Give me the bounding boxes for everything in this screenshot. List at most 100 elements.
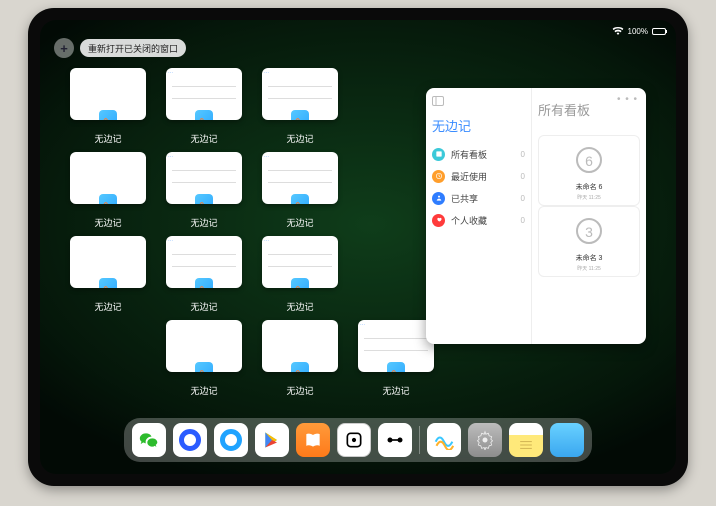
- wechat-icon[interactable]: [132, 423, 166, 457]
- window-label: 无边记: [94, 132, 121, 145]
- window-preview[interactable]: ···: [358, 320, 434, 372]
- sidebar-item-label: 已共享: [451, 192, 478, 205]
- dock-separator: [419, 426, 420, 454]
- status-right-cluster: 100%: [612, 27, 666, 36]
- sidebar-item-count: 0: [521, 194, 525, 203]
- window-thumbnail[interactable]: 无边记: [70, 152, 146, 230]
- wifi-icon: [612, 27, 624, 35]
- content-pane: 所有看板 6未命名 6昨天 11:253未命名 3昨天 11:25: [531, 88, 646, 344]
- sidebar-item[interactable]: 个人收藏 0: [432, 209, 525, 231]
- notes-icon[interactable]: [509, 423, 543, 457]
- window-label: 无边记: [286, 216, 313, 229]
- window-label: 无边记: [286, 384, 313, 397]
- sidebar-item-icon: [432, 170, 445, 183]
- sidebar-item-count: 0: [521, 216, 525, 225]
- freeform-app-icon: [99, 110, 117, 120]
- window-thumbnail[interactable]: 无边记: [70, 236, 146, 314]
- window-preview[interactable]: [70, 152, 146, 204]
- window-preview[interactable]: [262, 320, 338, 372]
- sidebar-item[interactable]: 最近使用 0: [432, 165, 525, 187]
- sidebar-pane: 无边记 所有看板0 最近使用 0 已共享 0 个人收藏 0: [426, 88, 531, 344]
- window-thumbnail[interactable]: ··· 无边记: [262, 68, 338, 146]
- window-thumbnail[interactable]: ··· 无边记: [166, 68, 242, 146]
- battery-pct: 100%: [628, 27, 648, 36]
- window-label: 无边记: [94, 300, 121, 313]
- window-thumbnail[interactable]: ··· 无边记: [262, 236, 338, 314]
- window-label: 无边记: [190, 300, 217, 313]
- sidebar-toggle-icon[interactable]: [432, 96, 525, 106]
- sidebar-title: 无边记: [432, 116, 525, 135]
- freeform-app-icon: [99, 194, 117, 204]
- window-thumbnail[interactable]: 无边记: [166, 320, 242, 398]
- window-preview[interactable]: [166, 320, 242, 372]
- settings-icon[interactable]: [468, 423, 502, 457]
- board-thumbnail: 6: [565, 140, 613, 180]
- window-label: 无边记: [190, 132, 217, 145]
- reopen-closed-windows-button[interactable]: 重新打开已关闭的窗口: [80, 39, 186, 57]
- freeform-app-icon: [195, 110, 213, 120]
- sidebar-item[interactable]: 已共享 0: [432, 187, 525, 209]
- status-bar: 100%: [40, 24, 676, 38]
- topbar: + 重新打开已关闭的窗口: [54, 38, 186, 58]
- freeform-app-icon: [195, 278, 213, 288]
- board-label: 未命名 3: [576, 253, 603, 263]
- sidebar-item-icon: [432, 192, 445, 205]
- play-store-icon[interactable]: [255, 423, 289, 457]
- screen: 100% + 重新打开已关闭的窗口 无边记···无边记···无边记无边记···无…: [40, 20, 676, 474]
- window-preview[interactable]: ···: [262, 236, 338, 288]
- sidebar-item[interactable]: 所有看板0: [432, 143, 525, 165]
- freeform-app-icon: [291, 194, 309, 204]
- freeform-app-icon: [387, 362, 405, 372]
- board-card[interactable]: 6 未命名 6 昨天 11:25: [538, 135, 640, 206]
- ipad-frame: 100% + 重新打开已关闭的窗口 无边记···无边记···无边记无边记···无…: [28, 8, 688, 486]
- window-label: 无边记: [190, 216, 217, 229]
- window-thumbnail[interactable]: ··· 无边记: [358, 320, 434, 398]
- browser-light-icon[interactable]: [214, 423, 248, 457]
- window-preview[interactable]: ···: [166, 68, 242, 120]
- barbell-icon[interactable]: [378, 423, 412, 457]
- svg-text:3: 3: [585, 224, 593, 240]
- freeform-app-icon: [195, 362, 213, 372]
- window-thumbnail[interactable]: 无边记: [70, 68, 146, 146]
- sidebar-item-label: 个人收藏: [451, 214, 487, 227]
- browser-blue-icon[interactable]: [173, 423, 207, 457]
- window-thumbnail[interactable]: ··· 无边记: [166, 236, 242, 314]
- split-view-card[interactable]: • • • 无边记 所有看板0最近使用0已共享0个人收藏0 所有看板 6未命名 …: [426, 88, 646, 344]
- window-label: 无边记: [286, 132, 313, 145]
- window-label: 无边记: [94, 216, 121, 229]
- window-preview[interactable]: ···: [262, 68, 338, 120]
- sidebar-item-label: 最近使用: [451, 170, 487, 183]
- board-time: 昨天 11:25: [577, 265, 601, 272]
- board-card[interactable]: 3 未命名 3 昨天 11:25: [538, 206, 640, 277]
- freeform-app-icon: [291, 362, 309, 372]
- svg-text:6: 6: [585, 153, 593, 169]
- window-thumbnail[interactable]: ··· 无边记: [166, 152, 242, 230]
- window-label: 无边记: [382, 384, 409, 397]
- freeform-app-icon: [291, 110, 309, 120]
- window-thumbnail[interactable]: ··· 无边记: [262, 152, 338, 230]
- window-preview[interactable]: ···: [166, 236, 242, 288]
- window-preview[interactable]: ···: [166, 152, 242, 204]
- sidebar-item-count: 0: [521, 172, 525, 181]
- battery-icon: [652, 28, 666, 35]
- dice-icon[interactable]: [337, 423, 371, 457]
- sidebar-item-icon: [432, 214, 445, 227]
- board-thumbnail: 3: [565, 211, 613, 251]
- board-label: 未命名 6: [576, 182, 603, 192]
- window-preview[interactable]: [70, 68, 146, 120]
- window-preview[interactable]: ···: [262, 152, 338, 204]
- freeform-app-icon: [291, 278, 309, 288]
- app-library-icon[interactable]: [550, 423, 584, 457]
- window-preview[interactable]: [70, 236, 146, 288]
- window-thumbnail[interactable]: 无边记: [262, 320, 338, 398]
- sidebar-item-icon: [432, 148, 445, 161]
- freeform-app-icon: [195, 194, 213, 204]
- board-time: 昨天 11:25: [577, 194, 601, 201]
- freeform-icon[interactable]: [427, 423, 461, 457]
- freeform-app-icon: [99, 278, 117, 288]
- multitask-dots-icon[interactable]: • • •: [617, 94, 638, 105]
- books-icon[interactable]: [296, 423, 330, 457]
- window-label: 无边记: [286, 300, 313, 313]
- app-expose-grid: 无边记···无边记···无边记无边记···无边记···无边记无边记···无边记·…: [70, 68, 430, 398]
- new-window-button[interactable]: +: [54, 38, 74, 58]
